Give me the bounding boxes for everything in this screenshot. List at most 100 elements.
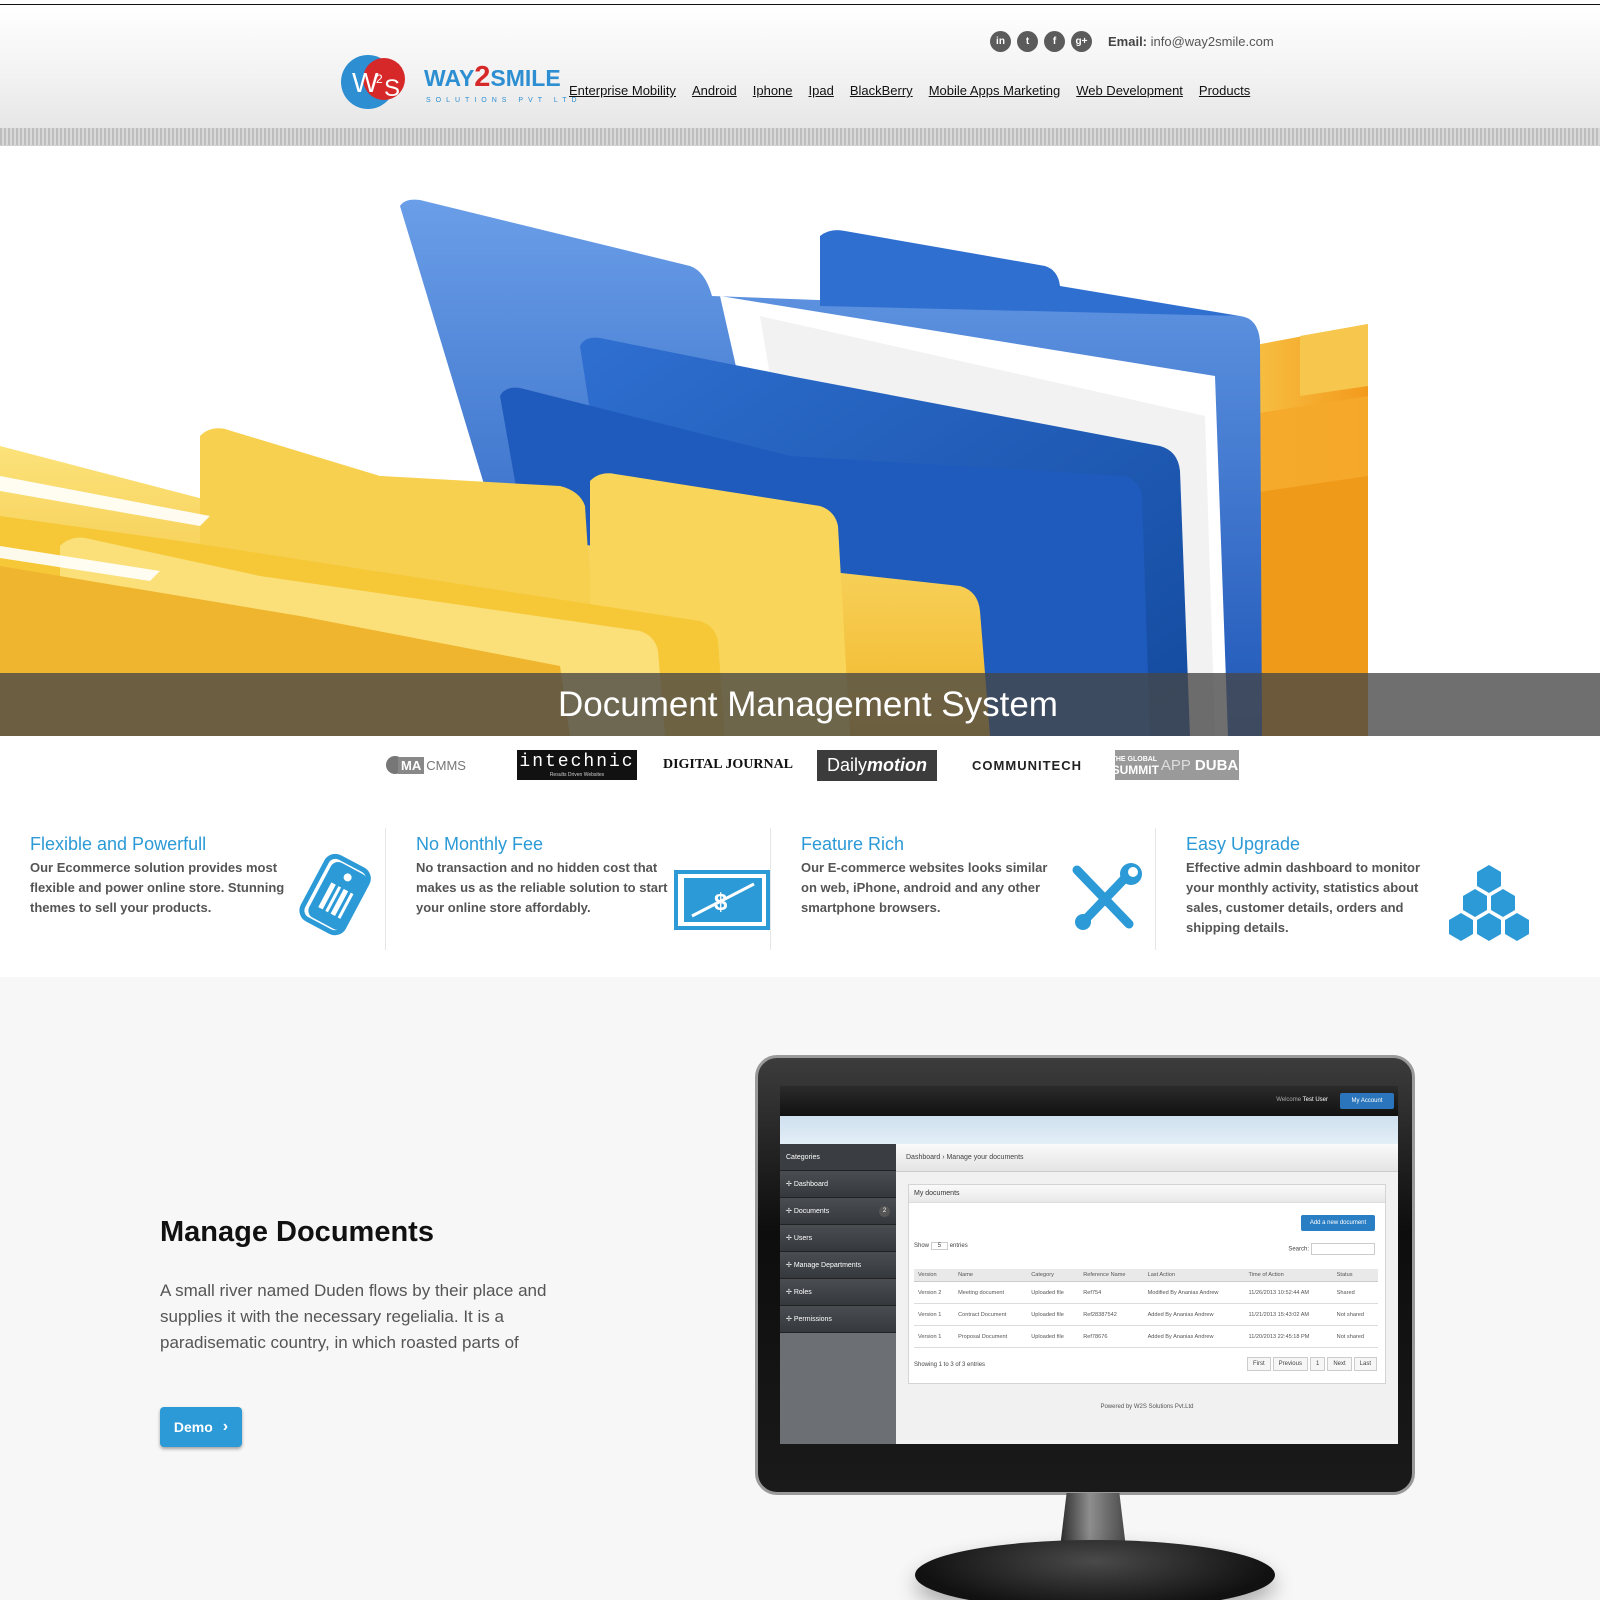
facebook-icon[interactable]: f <box>1044 31 1065 52</box>
cell-name: Contract Document <box>954 1303 1028 1326</box>
col-name[interactable]: Name <box>954 1269 1028 1282</box>
app-panel-title: My documents <box>909 1185 1385 1203</box>
dailymotion-motion: motion <box>867 755 927 775</box>
cell-version: Version 1 <box>914 1325 955 1348</box>
app-breadcrumb: Dashboard › Manage your documents <box>896 1144 1398 1172</box>
pager-page-1[interactable]: 1 <box>1309 1357 1326 1371</box>
intechnic-subtext: Results Driven Websites <box>549 772 605 778</box>
pager-next[interactable]: Next <box>1327 1357 1352 1371</box>
app-sidebar-item-users[interactable]: ✢ Users <box>780 1225 896 1252</box>
feature-text: No transaction and no hidden cost that m… <box>416 860 668 915</box>
col-category[interactable]: Category <box>1027 1269 1080 1282</box>
nav-enterprise-mobility[interactable]: Enterprise Mobility <box>569 83 676 98</box>
main-nav: Enterprise Mobility Android Iphone Ipad … <box>569 83 1250 98</box>
section-description: A small river named Duden flows by their… <box>160 1281 547 1352</box>
feature-text: Effective admin dashboard to monitor you… <box>1186 860 1421 935</box>
cell-reference: Ref78676 <box>1079 1325 1144 1348</box>
pager-previous[interactable]: Previous <box>1272 1357 1308 1371</box>
summit-city: DUBAI <box>1194 756 1243 774</box>
brand-logo[interactable]: W 2 S WAY2SMILE SOLUTIONS PVT LTD <box>340 49 577 117</box>
feature-title: Flexible and Powerfull <box>30 834 207 854</box>
sidebar-item-label: Users <box>793 1235 813 1242</box>
linkedin-icon[interactable]: in <box>990 31 1011 52</box>
app-sidebar-item-documents[interactable]: ✢ Documents 2 <box>780 1198 896 1225</box>
logo-number: 2 <box>376 72 383 86</box>
cell-time: 11/20/2013 22:45:18 PM <box>1244 1325 1333 1348</box>
tools-icon <box>1072 863 1142 930</box>
brand-tagline: SOLUTIONS PVT LTD <box>426 97 582 104</box>
table-row[interactable]: Version 1 Proposal Document Uploaded fil… <box>914 1325 1378 1348</box>
social-links: in t f g+ <box>990 31 1092 52</box>
site-header: W 2 S WAY2SMILE SOLUTIONS PVT LTD in t f… <box>0 5 1600 128</box>
digital-journal-logo: DIGITAL JOURNAL <box>663 748 793 782</box>
cell-status: Not shared <box>1332 1303 1378 1326</box>
app-topbar: Welcome Test User My Account <box>780 1086 1398 1116</box>
app-add-document-button[interactable]: Add a new document <box>1301 1215 1375 1231</box>
app-sidebar-item-departments[interactable]: ✢ Manage Departments <box>780 1252 896 1279</box>
app-sidebar-heading: Categories <box>780 1144 896 1171</box>
col-last-action[interactable]: Last Action <box>1143 1269 1245 1282</box>
feature-no-monthly-fee: No Monthly Fee No transaction and no hid… <box>385 828 770 950</box>
feature-text: Our Ecommerce solution provides most fle… <box>30 860 285 915</box>
app-documents-table: Version Name Category Reference Name Las… <box>914 1269 1378 1348</box>
app-welcome-label: Welcome <box>1276 1097 1302 1103</box>
google-plus-icon[interactable]: g+ <box>1071 31 1092 52</box>
app-screenshot: Welcome Test User My Account Categories … <box>780 1086 1398 1444</box>
brand-name-number: 2 <box>474 61 491 93</box>
nav-products[interactable]: Products <box>1199 83 1250 98</box>
documents-count-badge: 2 <box>879 1206 890 1217</box>
cell-time: 11/21/2013 15:43:02 AM <box>1244 1303 1333 1326</box>
chevron-right-icon: › <box>222 1418 229 1435</box>
partner-logos: MA CMMS intechnic Results Driven Website… <box>0 748 1600 792</box>
cell-name: Proposal Document <box>954 1325 1028 1348</box>
pager-last[interactable]: Last <box>1353 1357 1377 1371</box>
email-label: Email: <box>1108 34 1148 49</box>
section-title: Manage Documents <box>160 1216 434 1248</box>
sidebar-item-label: Manage Departments <box>793 1262 862 1269</box>
app-sidebar-item-roles[interactable]: ✢ Roles <box>780 1279 896 1306</box>
dailymotion-logo: Daily motion <box>817 750 937 781</box>
sidebar-item-label: Documents <box>793 1208 830 1215</box>
nav-iphone[interactable]: Iphone <box>753 83 793 98</box>
nav-mobile-apps-marketing[interactable]: Mobile Apps Marketing <box>929 83 1061 98</box>
intechnic-text: intechnic <box>519 752 635 772</box>
cell-category: Uploaded file <box>1027 1303 1080 1326</box>
nav-android[interactable]: Android <box>692 83 737 98</box>
entries-label: entries <box>949 1243 968 1249</box>
pager-first[interactable]: First <box>1246 1357 1271 1371</box>
nav-web-development[interactable]: Web Development <box>1076 83 1183 98</box>
table-row[interactable]: Version 1 Contract Document Uploaded fil… <box>914 1303 1378 1326</box>
app-account-button[interactable]: My Account <box>1340 1093 1394 1109</box>
cell-version: Version 1 <box>914 1303 955 1326</box>
email-address[interactable]: info@way2smile.com <box>1151 34 1274 49</box>
cell-version: Version 2 <box>914 1281 955 1304</box>
col-version[interactable]: Version <box>914 1269 955 1282</box>
twitter-icon[interactable]: t <box>1017 31 1038 52</box>
col-time[interactable]: Time of Action <box>1244 1269 1333 1282</box>
brand-name-suffix: SMILE <box>490 65 561 91</box>
summit-line2: SUMMIT <box>1111 763 1159 777</box>
nav-blackberry[interactable]: BlackBerry <box>850 83 913 98</box>
demo-button[interactable]: Demo › <box>160 1407 242 1447</box>
macmms-ma: MA <box>398 756 425 774</box>
intechnic-logo: intechnic Results Driven Websites <box>517 750 637 780</box>
communitech-logo: COMMUNITECH <box>967 748 1087 782</box>
hero-banner: Document Management System <box>0 146 1600 736</box>
table-row[interactable]: Version 2 Meeting document Uploaded file… <box>914 1281 1378 1304</box>
cell-category: Uploaded file <box>1027 1325 1080 1348</box>
app-band <box>780 1116 1398 1144</box>
summit-app: APP <box>1160 756 1191 774</box>
app-sidebar-item-dashboard[interactable]: ✢ Dashboard <box>780 1171 896 1198</box>
brand-name: WAY2SMILE <box>424 61 561 94</box>
dailymotion-daily: Daily <box>826 755 867 775</box>
header-email: Email: info@way2smile.com <box>1108 34 1274 49</box>
show-select[interactable]: 5 <box>930 1242 949 1250</box>
app-sidebar-item-permissions[interactable]: ✢ Permissions <box>780 1306 896 1333</box>
app-search-input[interactable] <box>1311 1243 1375 1255</box>
nav-ipad[interactable]: Ipad <box>809 83 834 98</box>
cell-category: Uploaded file <box>1027 1281 1080 1304</box>
col-reference[interactable]: Reference Name <box>1079 1269 1144 1282</box>
col-status[interactable]: Status <box>1332 1269 1378 1282</box>
macmms-text: CMMS <box>426 757 466 773</box>
cell-time: 11/26/2013 10:52:44 AM <box>1244 1281 1333 1304</box>
